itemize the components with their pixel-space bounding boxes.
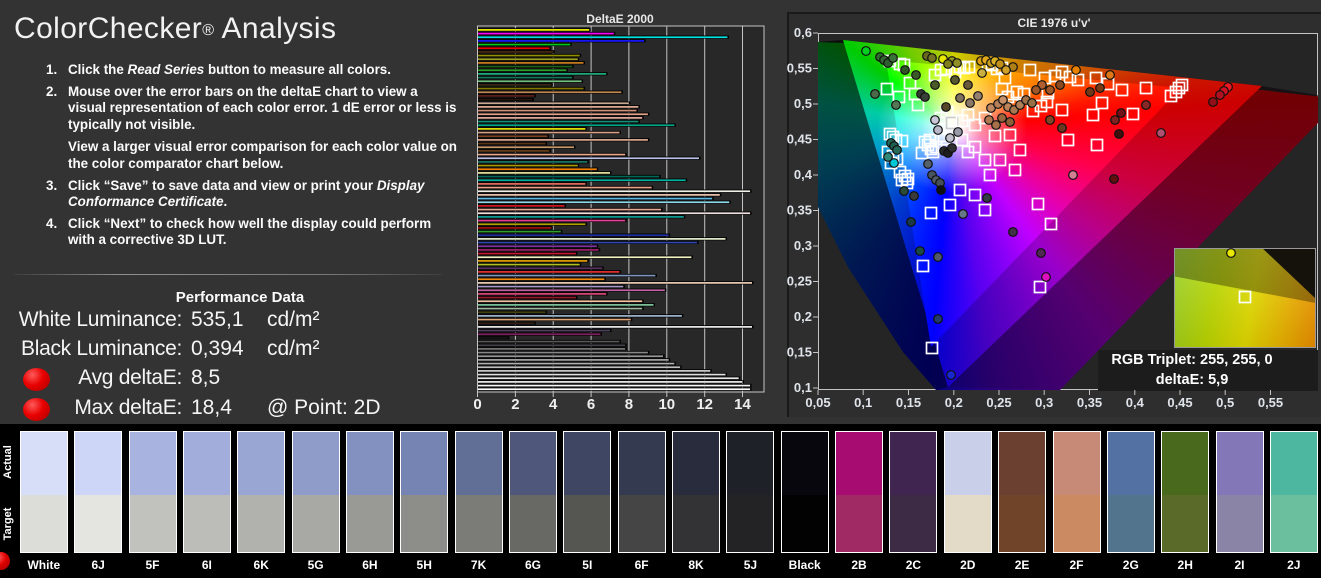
svg-text:0,4: 0,4 — [1126, 395, 1145, 410]
svg-text:0,3: 0,3 — [1035, 395, 1053, 410]
svg-text:12: 12 — [696, 396, 713, 413]
svg-text:0,55: 0,55 — [1258, 395, 1283, 410]
svg-text:10: 10 — [658, 396, 675, 413]
svg-text:6: 6 — [587, 396, 595, 413]
svg-text:0,35: 0,35 — [787, 203, 812, 218]
svg-text:0,3: 0,3 — [794, 238, 812, 253]
svg-text:0,45: 0,45 — [1167, 395, 1192, 410]
svg-text:4: 4 — [549, 396, 558, 413]
svg-text:0,05: 0,05 — [805, 395, 830, 410]
svg-text:0,5: 0,5 — [794, 96, 812, 111]
svg-text:8: 8 — [625, 396, 633, 413]
svg-text:0,2: 0,2 — [794, 309, 812, 324]
svg-text:0,25: 0,25 — [986, 395, 1011, 410]
svg-text:0,1: 0,1 — [854, 395, 872, 410]
svg-text:0,25: 0,25 — [787, 274, 812, 289]
svg-text:0,35: 0,35 — [1077, 395, 1102, 410]
svg-text:0,15: 0,15 — [896, 395, 921, 410]
svg-text:14: 14 — [734, 396, 751, 413]
svg-text:0,6: 0,6 — [794, 25, 812, 40]
svg-text:0,15: 0,15 — [787, 345, 812, 360]
svg-text:0,4: 0,4 — [794, 167, 813, 182]
svg-text:0,5: 0,5 — [1216, 395, 1234, 410]
svg-text:0,55: 0,55 — [787, 61, 812, 76]
svg-text:2: 2 — [511, 396, 519, 413]
svg-text:0,2: 0,2 — [945, 395, 963, 410]
svg-text:0,1: 0,1 — [794, 380, 812, 395]
svg-text:0,45: 0,45 — [787, 132, 812, 147]
svg-text:0: 0 — [473, 396, 481, 413]
